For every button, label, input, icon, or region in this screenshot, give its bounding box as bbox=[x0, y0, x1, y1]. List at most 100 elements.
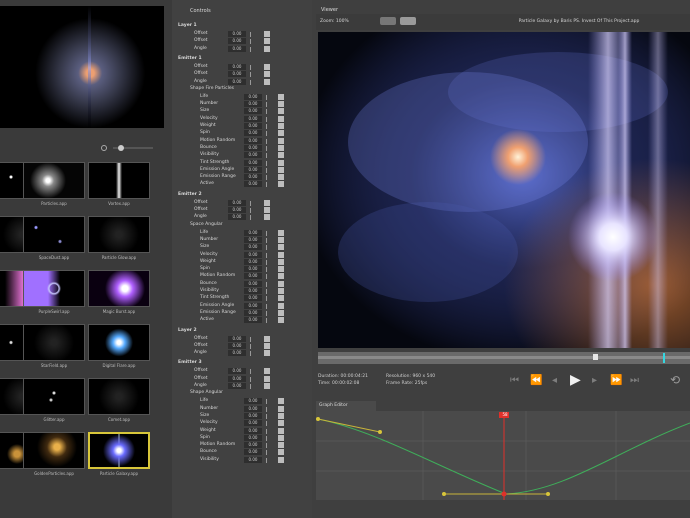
keyframe-toggle[interactable] bbox=[278, 93, 284, 100]
graph-editor-tab[interactable]: Graph Editor bbox=[316, 401, 376, 411]
keyframe-handle[interactable] bbox=[442, 492, 446, 496]
view-toggle[interactable] bbox=[380, 17, 396, 25]
property-value-field[interactable]: 0.00 bbox=[244, 101, 262, 108]
step-back-icon[interactable]: ⏪ bbox=[530, 375, 542, 386]
keyframe-toggle[interactable] bbox=[264, 368, 270, 375]
library-thumbnail[interactable] bbox=[23, 324, 85, 361]
search-icon[interactable] bbox=[101, 145, 107, 151]
keyframe-toggle[interactable] bbox=[264, 38, 270, 45]
property-value-field[interactable]: 0.00 bbox=[244, 244, 262, 251]
keyframe-toggle[interactable] bbox=[264, 199, 270, 206]
library-thumbnail[interactable] bbox=[88, 216, 150, 253]
keyframe-toggle[interactable] bbox=[278, 427, 284, 434]
property-value-field[interactable]: 0.00 bbox=[244, 302, 262, 309]
property-value-field[interactable]: 0.00 bbox=[244, 236, 262, 243]
keyframe-toggle[interactable] bbox=[264, 63, 270, 70]
library-thumbnail[interactable] bbox=[88, 270, 150, 307]
keyframe-toggle[interactable] bbox=[278, 449, 284, 456]
keyframe-toggle[interactable] bbox=[278, 152, 284, 159]
keyframe[interactable] bbox=[316, 417, 320, 421]
keyframe-toggle[interactable] bbox=[278, 442, 284, 449]
keyframe-handle[interactable] bbox=[546, 492, 550, 496]
property-value-field[interactable]: 0.00 bbox=[244, 456, 262, 463]
property-value-field[interactable]: 0.00 bbox=[244, 317, 262, 324]
property-value-field[interactable]: 0.00 bbox=[228, 38, 246, 45]
property-value-field[interactable]: 0.00 bbox=[244, 405, 262, 412]
property-value-field[interactable]: 0.00 bbox=[244, 229, 262, 236]
keyframe-toggle[interactable] bbox=[278, 280, 284, 287]
property-value-field[interactable]: 0.00 bbox=[244, 93, 262, 100]
keyframe-toggle[interactable] bbox=[264, 207, 270, 213]
keyframe-toggle[interactable] bbox=[278, 251, 284, 258]
play-icon[interactable]: ▶ bbox=[570, 372, 581, 388]
library-thumbnail[interactable] bbox=[88, 432, 150, 469]
prev-frame-icon[interactable]: ◂ bbox=[552, 375, 557, 386]
go-end-icon[interactable]: ⏭ bbox=[630, 375, 639, 386]
keyframe-toggle[interactable] bbox=[264, 31, 270, 37]
scrub-handle[interactable] bbox=[593, 354, 598, 360]
keyframe-toggle[interactable] bbox=[264, 383, 270, 389]
property-value-field[interactable]: 0.00 bbox=[244, 288, 262, 294]
keyframe-toggle[interactable] bbox=[278, 266, 284, 273]
property-value-field[interactable]: 0.00 bbox=[228, 383, 246, 389]
library-thumbnail[interactable] bbox=[23, 216, 85, 253]
library-thumbnail[interactable] bbox=[23, 378, 85, 415]
keyframe-toggle[interactable] bbox=[264, 335, 270, 342]
keyframe-toggle[interactable] bbox=[264, 78, 270, 85]
property-value-field[interactable]: 0.00 bbox=[228, 199, 246, 206]
property-value-field[interactable]: 0.00 bbox=[228, 368, 246, 375]
property-value-field[interactable]: 0.00 bbox=[244, 273, 262, 280]
property-value-field[interactable]: 0.00 bbox=[244, 251, 262, 258]
keyframe-toggle[interactable] bbox=[278, 115, 284, 122]
keyframe-toggle[interactable] bbox=[278, 123, 284, 129]
next-frame-icon[interactable]: ▸ bbox=[592, 375, 597, 386]
keyframe-selected[interactable] bbox=[501, 491, 507, 497]
keyframe-toggle[interactable] bbox=[264, 375, 270, 382]
keyframe-toggle[interactable] bbox=[278, 144, 284, 151]
property-value-field[interactable]: 0.00 bbox=[244, 420, 262, 427]
keyframe-toggle[interactable] bbox=[278, 258, 284, 265]
property-value-field[interactable]: 0.00 bbox=[228, 71, 246, 78]
keyframe-toggle[interactable] bbox=[278, 130, 284, 137]
property-value-field[interactable]: 0.00 bbox=[244, 166, 262, 173]
keyframe-toggle[interactable] bbox=[278, 434, 284, 441]
view-toggle-2[interactable] bbox=[400, 17, 416, 25]
property-value-field[interactable]: 0.00 bbox=[244, 258, 262, 265]
property-value-field[interactable]: 0.00 bbox=[244, 412, 262, 419]
property-value-field[interactable]: 0.00 bbox=[244, 159, 262, 166]
keyframe-toggle[interactable] bbox=[278, 166, 284, 173]
keyframe-toggle[interactable] bbox=[278, 108, 284, 115]
keyframe-toggle[interactable] bbox=[278, 137, 284, 144]
curve-canvas[interactable] bbox=[316, 411, 690, 500]
library-thumbnail[interactable] bbox=[23, 162, 85, 199]
property-value-field[interactable]: 0.00 bbox=[228, 350, 246, 357]
keyframe-toggle[interactable] bbox=[278, 244, 284, 251]
property-value-field[interactable]: 0.00 bbox=[244, 130, 262, 137]
property-value-field[interactable]: 0.00 bbox=[244, 434, 262, 441]
library-thumbnail[interactable] bbox=[88, 324, 150, 361]
keyframe-toggle[interactable] bbox=[278, 398, 284, 405]
property-value-field[interactable]: 0.00 bbox=[244, 181, 262, 188]
keyframe-toggle[interactable] bbox=[278, 101, 284, 108]
step-forward-icon[interactable]: ⏩ bbox=[610, 375, 622, 386]
property-value-field[interactable]: 0.00 bbox=[244, 449, 262, 456]
library-thumbnail[interactable] bbox=[88, 378, 150, 415]
keyframe-toggle[interactable] bbox=[264, 214, 270, 221]
property-value-field[interactable]: 0.00 bbox=[244, 115, 262, 122]
property-value-field[interactable]: 0.00 bbox=[244, 137, 262, 144]
keyframe-toggle[interactable] bbox=[278, 405, 284, 412]
library-thumbnail[interactable] bbox=[23, 432, 85, 469]
property-value-field[interactable]: 0.00 bbox=[228, 45, 246, 52]
property-value-field[interactable]: 0.00 bbox=[228, 31, 246, 37]
property-value-field[interactable]: 0.00 bbox=[244, 108, 262, 115]
keyframe-toggle[interactable] bbox=[264, 342, 270, 349]
keyframe-toggle[interactable] bbox=[278, 456, 284, 463]
loop-icon[interactable]: ⟲ bbox=[670, 373, 680, 387]
zoom-label[interactable]: Zoom: 100% bbox=[320, 19, 349, 24]
playhead-marker[interactable] bbox=[663, 353, 665, 363]
property-value-field[interactable]: 0.00 bbox=[244, 144, 262, 151]
keyframe-toggle[interactable] bbox=[278, 302, 284, 309]
keyframe-toggle[interactable] bbox=[278, 309, 284, 316]
property-value-field[interactable]: 0.00 bbox=[228, 78, 246, 85]
keyframe-toggle[interactable] bbox=[278, 412, 284, 419]
